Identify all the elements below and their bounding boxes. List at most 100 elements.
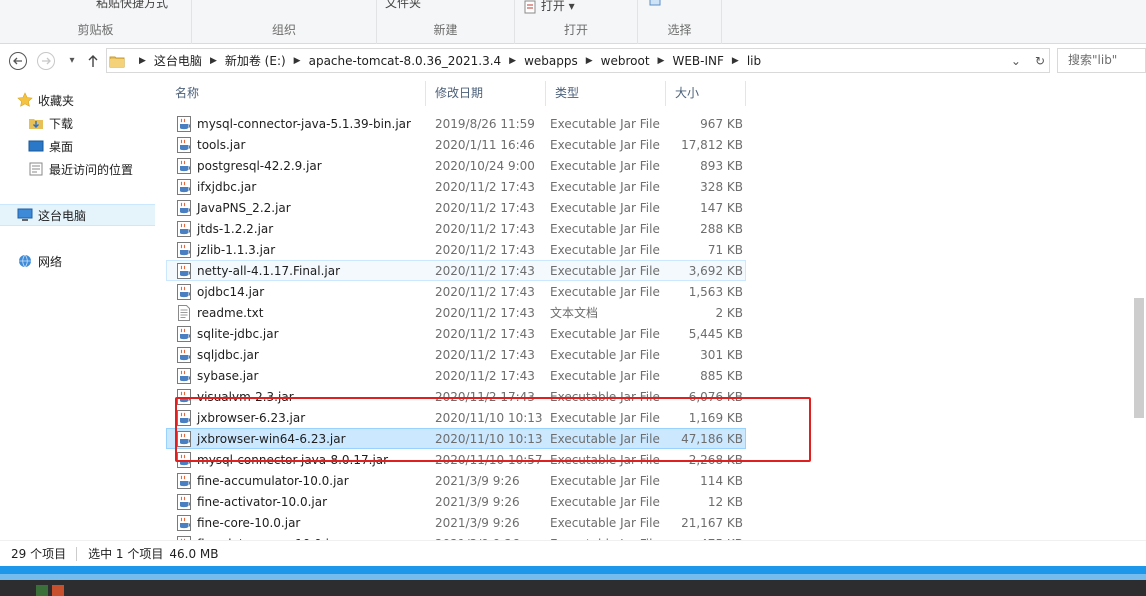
breadcrumb-separator-icon[interactable]: ▶ xyxy=(210,56,217,66)
breadcrumb-item[interactable]: WEB-INF xyxy=(672,54,723,68)
file-date: 2020/11/2 17:43 xyxy=(435,326,535,341)
sidebar-item-recent[interactable]: 最近访问的位置 xyxy=(28,158,133,180)
column-header-name[interactable]: 名称 xyxy=(166,81,426,106)
breadcrumb-separator-icon[interactable]: ▶ xyxy=(586,56,593,66)
file-date: 2020/11/2 17:43 xyxy=(435,179,535,194)
sidebar-item-favorites[interactable]: 收藏夹 xyxy=(17,89,74,111)
forward-button[interactable] xyxy=(36,51,56,71)
breadcrumb-item[interactable]: webapps xyxy=(524,54,578,68)
breadcrumb-item[interactable]: 新加卷 (E:) xyxy=(225,52,286,69)
open-command[interactable]: 打开 ▾ xyxy=(523,0,575,14)
file-type: Executable Jar File xyxy=(550,284,660,299)
file-name-cell: postgresql-42.2.9.jar xyxy=(167,157,427,174)
file-row[interactable]: netty-all-4.1.17.Final.jar 2020/11/2 17:4… xyxy=(166,260,746,281)
sidebar-item-this-pc[interactable]: 这台电脑 xyxy=(0,204,155,226)
file-row[interactable]: fine-activator-10.0.jar 2021/3/9 9:26 Exec… xyxy=(166,491,746,512)
breadcrumb: ▶ 这台电脑 ▶ 新加卷 (E:) ▶ apache-tomcat-8.0.36… xyxy=(109,49,761,72)
ribbon-group-clipboard: 粘贴快捷方式 剪贴板 xyxy=(0,0,192,44)
file-date: 2020/11/2 17:43 xyxy=(435,263,535,278)
breadcrumb-separator-icon[interactable]: ▶ xyxy=(732,56,739,66)
file-row[interactable]: ojdbc14.jar 2020/11/2 17:43 Executable Jar… xyxy=(166,281,746,302)
file-row[interactable]: ifxjdbc.jar 2020/11/2 17:43 Executable Jar… xyxy=(166,176,746,197)
breadcrumb-item[interactable]: lib xyxy=(747,54,761,68)
jar-file-icon xyxy=(176,136,192,153)
breadcrumb-item[interactable]: 这台电脑 xyxy=(154,52,202,69)
status-divider xyxy=(76,546,78,561)
file-name-cell: jzlib-1.1.3.jar xyxy=(167,241,427,258)
ribbon-group-label: 新建 xyxy=(433,23,458,37)
star-icon xyxy=(17,92,33,108)
sidebar-item-label: 下载 xyxy=(49,116,74,131)
file-type: Executable Jar File xyxy=(550,179,660,194)
address-bar[interactable]: ▶ 这台电脑 ▶ 新加卷 (E:) ▶ apache-tomcat-8.0.36… xyxy=(106,48,1050,73)
file-date: 2020/1/11 16:46 xyxy=(435,137,535,152)
jar-file-icon xyxy=(176,283,192,300)
ribbon: 粘贴快捷方式 剪贴板 组织 文件夹 新建 打开 ▾ 打开 选择 xyxy=(0,0,1146,44)
file-row[interactable]: fine-datasource-10.0.jar2021/3/9 9:26Exe… xyxy=(166,533,746,540)
file-name: mysql-connector-java-5.1.39-bin.jar xyxy=(197,116,411,131)
jar-file-icon xyxy=(176,199,192,216)
file-row[interactable]: sqlite-jdbc.jar 2020/11/2 17:43 Executable… xyxy=(166,323,746,344)
breadcrumb-separator-icon[interactable]: ▶ xyxy=(139,56,146,66)
breadcrumb-separator-icon[interactable]: ▶ xyxy=(509,56,516,66)
vertical-scrollbar[interactable] xyxy=(1131,78,1146,540)
recent-places-icon xyxy=(28,161,44,177)
file-type: Executable Jar File xyxy=(550,347,660,362)
column-header: 名称 修改日期 类型 大小 xyxy=(166,81,746,106)
column-header-size[interactable]: 大小 xyxy=(666,81,746,106)
jar-file-icon xyxy=(176,115,192,132)
file-name: fine-activator-10.0.jar xyxy=(197,494,328,509)
search-input[interactable]: 搜索"lib" xyxy=(1057,48,1146,73)
file-size: 288 KB xyxy=(700,221,743,236)
sidebar-item-desktop[interactable]: 桌面 xyxy=(28,135,73,157)
file-size: 2 KB xyxy=(715,305,743,320)
file-row[interactable]: mysql-connector-java-5.1.39-bin.jar 2019/… xyxy=(166,113,746,134)
file-row[interactable]: readme.txt 2020/11/2 17:43 文本文档 2 KB xyxy=(166,302,746,323)
file-row[interactable]: jtds-1.2.2.jar 2020/11/2 17:43 Executable … xyxy=(166,218,746,239)
column-header-type[interactable]: 类型 xyxy=(546,81,666,106)
file-name-cell: tools.jar xyxy=(167,136,427,153)
file-date: 2021/3/9 9:26 xyxy=(435,515,520,530)
refresh-icon[interactable]: ↻ xyxy=(1035,54,1045,68)
jar-file-icon xyxy=(176,157,192,174)
scrollbar-thumb[interactable] xyxy=(1134,298,1144,418)
file-name: netty-all-4.1.17.Final.jar xyxy=(197,263,341,278)
jar-file-icon xyxy=(176,493,192,510)
up-button[interactable] xyxy=(83,51,103,71)
file-name: sybase.jar xyxy=(197,368,259,383)
paste-shortcut-command[interactable]: 粘贴快捷方式 xyxy=(96,0,168,11)
breadcrumb-separator-icon[interactable]: ▶ xyxy=(658,56,665,66)
taskbar-app-icon[interactable] xyxy=(36,585,48,596)
sidebar-item-label: 收藏夹 xyxy=(38,93,75,108)
breadcrumb-separator-icon[interactable]: ▶ xyxy=(294,56,301,66)
breadcrumb-item[interactable]: webroot xyxy=(601,54,650,68)
breadcrumb-item[interactable]: apache-tomcat-8.0.36_2021.3.4 xyxy=(309,54,502,68)
file-date: 2020/11/2 17:43 xyxy=(435,200,535,215)
ribbon-group-label: 打开 xyxy=(563,23,588,37)
jar-file-icon xyxy=(176,262,192,279)
taskbar-app-icon[interactable] xyxy=(52,585,64,596)
desktop-icon xyxy=(28,138,44,154)
file-row[interactable]: fine-core-10.0.jar 2021/3/9 9:26 Executabl… xyxy=(166,512,746,533)
file-row[interactable]: JavaPNS_2.2.jar 2020/11/2 17:43 Executable… xyxy=(166,197,746,218)
sidebar-item-downloads[interactable]: 下载 xyxy=(28,112,73,134)
file-row[interactable]: postgresql-42.2.9.jar 2020/10/24 9:00 Exec… xyxy=(166,155,746,176)
recent-locations-dropdown[interactable]: ▾ xyxy=(62,51,82,71)
new-folder-command[interactable]: 文件夹 xyxy=(385,0,421,11)
sidebar-item-network[interactable]: 网络 xyxy=(17,250,62,272)
back-button[interactable] xyxy=(8,51,28,71)
file-size: 5,445 KB xyxy=(688,326,743,341)
file-row[interactable]: sqljdbc.jar 2020/11/2 17:43 Executable Jar… xyxy=(166,344,746,365)
file-name-cell: ifxjdbc.jar xyxy=(167,178,427,195)
ribbon-group-label: 选择 xyxy=(667,23,692,37)
column-header-date[interactable]: 修改日期 xyxy=(426,81,546,106)
ribbon-group-organize: 组织 xyxy=(192,0,377,44)
file-row[interactable]: sybase.jar 2020/11/2 17:43 Executable Jar … xyxy=(166,365,746,386)
file-row[interactable]: tools.jar 2020/1/11 16:46 Executable Jar F… xyxy=(166,134,746,155)
file-row[interactable]: fine-accumulator-10.0.jar 2021/3/9 9:26 Ex… xyxy=(166,470,746,491)
up-arrow-icon xyxy=(88,55,98,67)
file-rows: mysql-connector-java-5.1.39-bin.jar 2019/… xyxy=(166,113,746,540)
select-all-icon[interactable] xyxy=(648,0,662,13)
address-dropdown-icon[interactable]: ⌄ xyxy=(1011,54,1021,68)
file-row[interactable]: jzlib-1.1.3.jar 2020/11/2 17:43 Executable… xyxy=(166,239,746,260)
